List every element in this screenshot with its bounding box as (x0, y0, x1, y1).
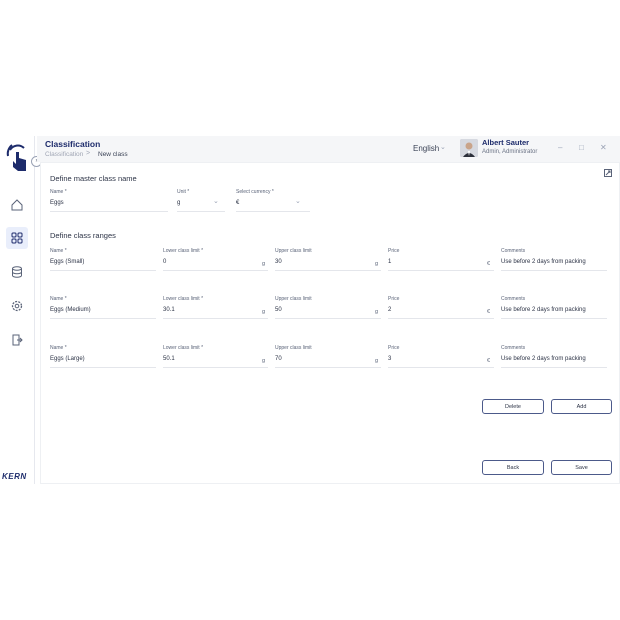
delete-button[interactable]: Delete (482, 399, 544, 414)
price-label: Price (388, 345, 400, 351)
unit-underline (177, 211, 225, 212)
unit-select[interactable]: g (177, 200, 180, 206)
classification-icon[interactable] (6, 227, 28, 249)
master-name-underline (50, 211, 168, 212)
lower-limit-label: Lower class limit * (163, 296, 204, 302)
user-name: Albert Sauter (482, 138, 530, 147)
price-label: Price (388, 248, 400, 254)
field-underline (50, 318, 156, 319)
field-underline (50, 270, 156, 271)
range-name-label: Name * (50, 296, 67, 302)
field-underline (163, 318, 268, 319)
price-label: Price (388, 296, 400, 302)
range-name-input[interactable]: Eggs (Small) (50, 259, 84, 265)
lower-unit: g (262, 261, 266, 267)
page-title: Classification (45, 139, 101, 149)
language-select[interactable]: English (413, 144, 439, 153)
database-icon[interactable] (6, 261, 28, 283)
back-button[interactable]: Back (482, 460, 544, 475)
field-underline (163, 367, 268, 368)
minimize-icon[interactable]: – (558, 143, 562, 152)
upper-unit: g (375, 309, 379, 315)
lower-unit: g (262, 309, 266, 315)
breadcrumb-current: New class (98, 151, 128, 158)
field-underline (163, 270, 268, 271)
currency-label: Select currency * (236, 189, 274, 195)
upper-unit: g (375, 358, 379, 364)
unit-chevron-down-icon[interactable]: ⌄ (213, 197, 219, 205)
ranges-section-title: Define class ranges (50, 231, 116, 240)
master-section-title: Define master class name (50, 174, 137, 183)
upper-limit-label: Upper class limit (275, 296, 312, 302)
currency-select[interactable]: € (236, 200, 239, 206)
price-input[interactable]: 1 (388, 259, 391, 265)
maximize-icon[interactable]: □ (579, 143, 584, 152)
comments-input[interactable]: Use before 2 days from packing (501, 259, 586, 265)
lower-limit-label: Lower class limit * (163, 248, 204, 254)
touch-logo-icon (4, 142, 30, 172)
range-name-input[interactable]: Eggs (Medium) (50, 307, 91, 313)
field-underline (388, 367, 494, 368)
settings-gear-icon[interactable] (6, 295, 28, 317)
chevron-down-icon[interactable]: ⌄ (440, 143, 446, 151)
field-underline (501, 318, 607, 319)
user-role: Admin, Administrator (482, 149, 538, 155)
field-underline (501, 270, 607, 271)
comments-input[interactable]: Use before 2 days from packing (501, 307, 586, 313)
comments-label: Comments (501, 345, 526, 351)
expand-icon[interactable] (604, 164, 612, 182)
currency-chevron-down-icon[interactable]: ⌄ (295, 197, 301, 205)
price-currency: € (487, 358, 491, 364)
breadcrumb-classification[interactable]: Classification (45, 151, 83, 158)
range-name-label: Name * (50, 345, 67, 351)
sidebar: KERN (0, 136, 35, 484)
range-name-label: Name * (50, 248, 67, 254)
master-name-input[interactable]: Eggs (50, 200, 64, 206)
lower-limit-input[interactable]: 0 (163, 259, 166, 265)
price-input[interactable]: 2 (388, 307, 391, 313)
price-currency: € (487, 261, 491, 267)
field-underline (275, 367, 381, 368)
price-input[interactable]: 3 (388, 356, 391, 362)
upper-limit-label: Upper class limit (275, 248, 312, 254)
field-underline (50, 367, 156, 368)
lower-limit-input[interactable]: 50.1 (163, 356, 175, 362)
master-name-label: Name * (50, 189, 67, 195)
close-icon[interactable]: ✕ (600, 143, 607, 152)
field-underline (388, 318, 494, 319)
field-underline (388, 270, 494, 271)
comments-input[interactable]: Use before 2 days from packing (501, 356, 586, 362)
kern-logo: KERN (2, 472, 27, 481)
price-currency: € (487, 309, 491, 315)
upper-limit-input[interactable]: 70 (275, 356, 282, 362)
lower-limit-label: Lower class limit * (163, 345, 204, 351)
range-name-input[interactable]: Eggs (Large) (50, 356, 85, 362)
lower-unit: g (262, 358, 266, 364)
avatar (460, 139, 478, 157)
field-underline (275, 318, 381, 319)
comments-label: Comments (501, 296, 526, 302)
currency-underline (236, 211, 310, 212)
add-button[interactable]: Add (551, 399, 612, 414)
breadcrumb-chevron-icon: > (86, 150, 91, 157)
upper-limit-input[interactable]: 30 (275, 259, 282, 265)
upper-limit-input[interactable]: 50 (275, 307, 282, 313)
unit-label: Unit * (177, 189, 190, 195)
field-underline (501, 367, 607, 368)
upper-unit: g (375, 261, 379, 267)
comments-label: Comments (501, 248, 526, 254)
home-icon[interactable] (6, 194, 28, 216)
save-button[interactable]: Save (551, 460, 612, 475)
upper-limit-label: Upper class limit (275, 345, 312, 351)
logout-icon[interactable] (6, 329, 28, 351)
lower-limit-input[interactable]: 30.1 (163, 307, 175, 313)
field-underline (275, 270, 381, 271)
